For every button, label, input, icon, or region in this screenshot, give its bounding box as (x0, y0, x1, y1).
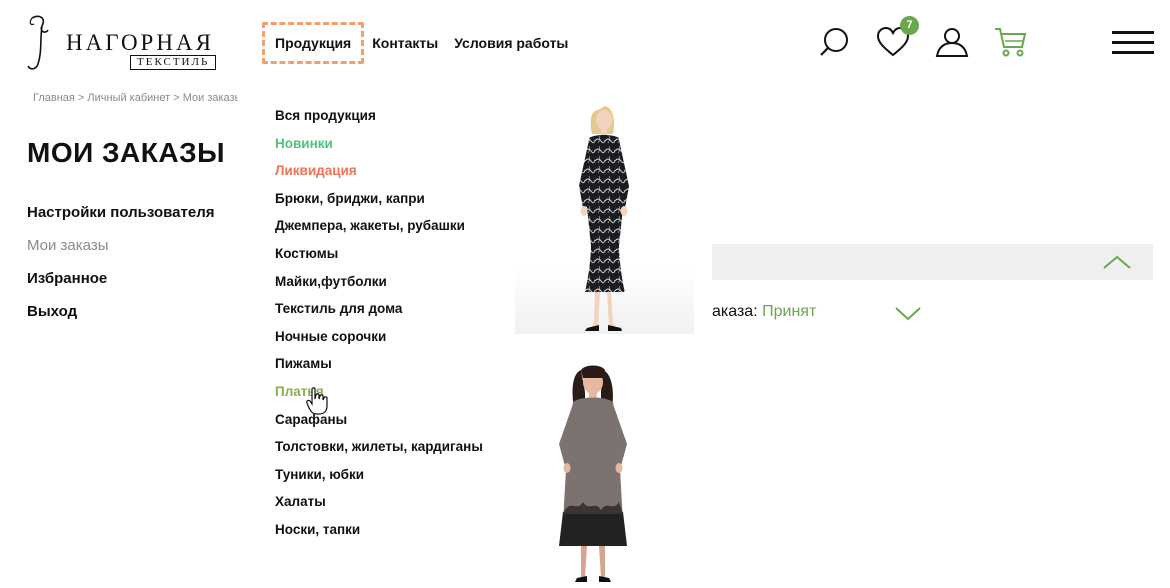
dress-model-illustration-2 (559, 365, 627, 582)
cart-icon[interactable] (993, 24, 1029, 60)
user-icon[interactable] (934, 24, 970, 60)
promo-image-grey-dress[interactable] (515, 362, 674, 588)
category-nightgowns[interactable]: Ночные сорочки (275, 327, 483, 355)
logo-word: НАГОРНАЯ (66, 30, 214, 55)
category-hoodies[interactable]: Толстовки, жилеты, кардиганы (275, 437, 483, 465)
category-tunics[interactable]: Туники, юбки (275, 465, 483, 493)
category-clearance[interactable]: Ликвидация (275, 161, 483, 189)
category-suits[interactable]: Костюмы (275, 244, 483, 272)
category-socks[interactable]: Носки, тапки (275, 520, 483, 548)
my-orders-link[interactable]: Мои заказы (27, 236, 215, 269)
category-home-textile[interactable]: Текстиль для дома (275, 299, 483, 327)
order-status-row: аказа: Принят (712, 303, 816, 321)
nav-products[interactable]: Продукция (262, 22, 365, 64)
search-icon[interactable] (816, 24, 852, 60)
category-robes[interactable]: Халаты (275, 492, 483, 520)
category-trousers[interactable]: Брюки, бриджи, капри (275, 189, 483, 217)
hand-cursor-icon (306, 387, 328, 415)
order-accordion-header[interactable] (712, 244, 1153, 280)
logo-subtitle: ТЕКСТИЛЬ (130, 55, 217, 70)
page-title: МОИ ЗАКАЗЫ (27, 137, 226, 168)
account-settings-link[interactable]: Настройки пользователя (27, 203, 215, 236)
chevron-up-icon[interactable] (1102, 254, 1132, 270)
nav-contacts[interactable]: Контакты (364, 22, 446, 64)
category-new[interactable]: Новинки (275, 134, 483, 162)
site-logo[interactable]: НАГОРНАЯ ТЕКСТИЛЬ (26, 12, 226, 74)
products-dropdown: Вся продукция Новинки Ликвидация Брюки, … (262, 96, 712, 588)
category-pajamas[interactable]: Пижамы (275, 354, 483, 382)
breadcrumb: Главная > Личный кабинет > Мои заказы (26, 92, 238, 104)
logout-link[interactable]: Выход (27, 302, 215, 335)
chevron-down-icon[interactable] (894, 305, 922, 321)
dress-model-illustration (579, 106, 629, 331)
promo-image-dark-dress[interactable] (515, 96, 694, 334)
category-jumpers[interactable]: Джемпера, жакеты, рубашки (275, 216, 483, 244)
category-list: Вся продукция Новинки Ликвидация Брюки, … (275, 106, 483, 548)
favorites-count-badge: 7 (900, 16, 919, 35)
order-status-value: Принят (762, 303, 817, 320)
account-menu: Настройки пользователя Мои заказы Избран… (27, 203, 215, 335)
nav-terms[interactable]: Условия работы (446, 22, 576, 64)
logo-figure-icon (27, 15, 49, 70)
menu-icon[interactable] (1112, 31, 1154, 54)
main-nav: Продукция Контакты Условия работы (262, 22, 576, 64)
breadcrumb-text[interactable]: Главная > Личный кабинет > Мои заказы (33, 92, 238, 104)
category-tshirts[interactable]: Майки,футболки (275, 272, 483, 300)
category-all[interactable]: Вся продукция (275, 106, 483, 134)
favorites-link[interactable]: Избранное (27, 269, 215, 302)
order-status-label: аказа: (712, 303, 758, 320)
